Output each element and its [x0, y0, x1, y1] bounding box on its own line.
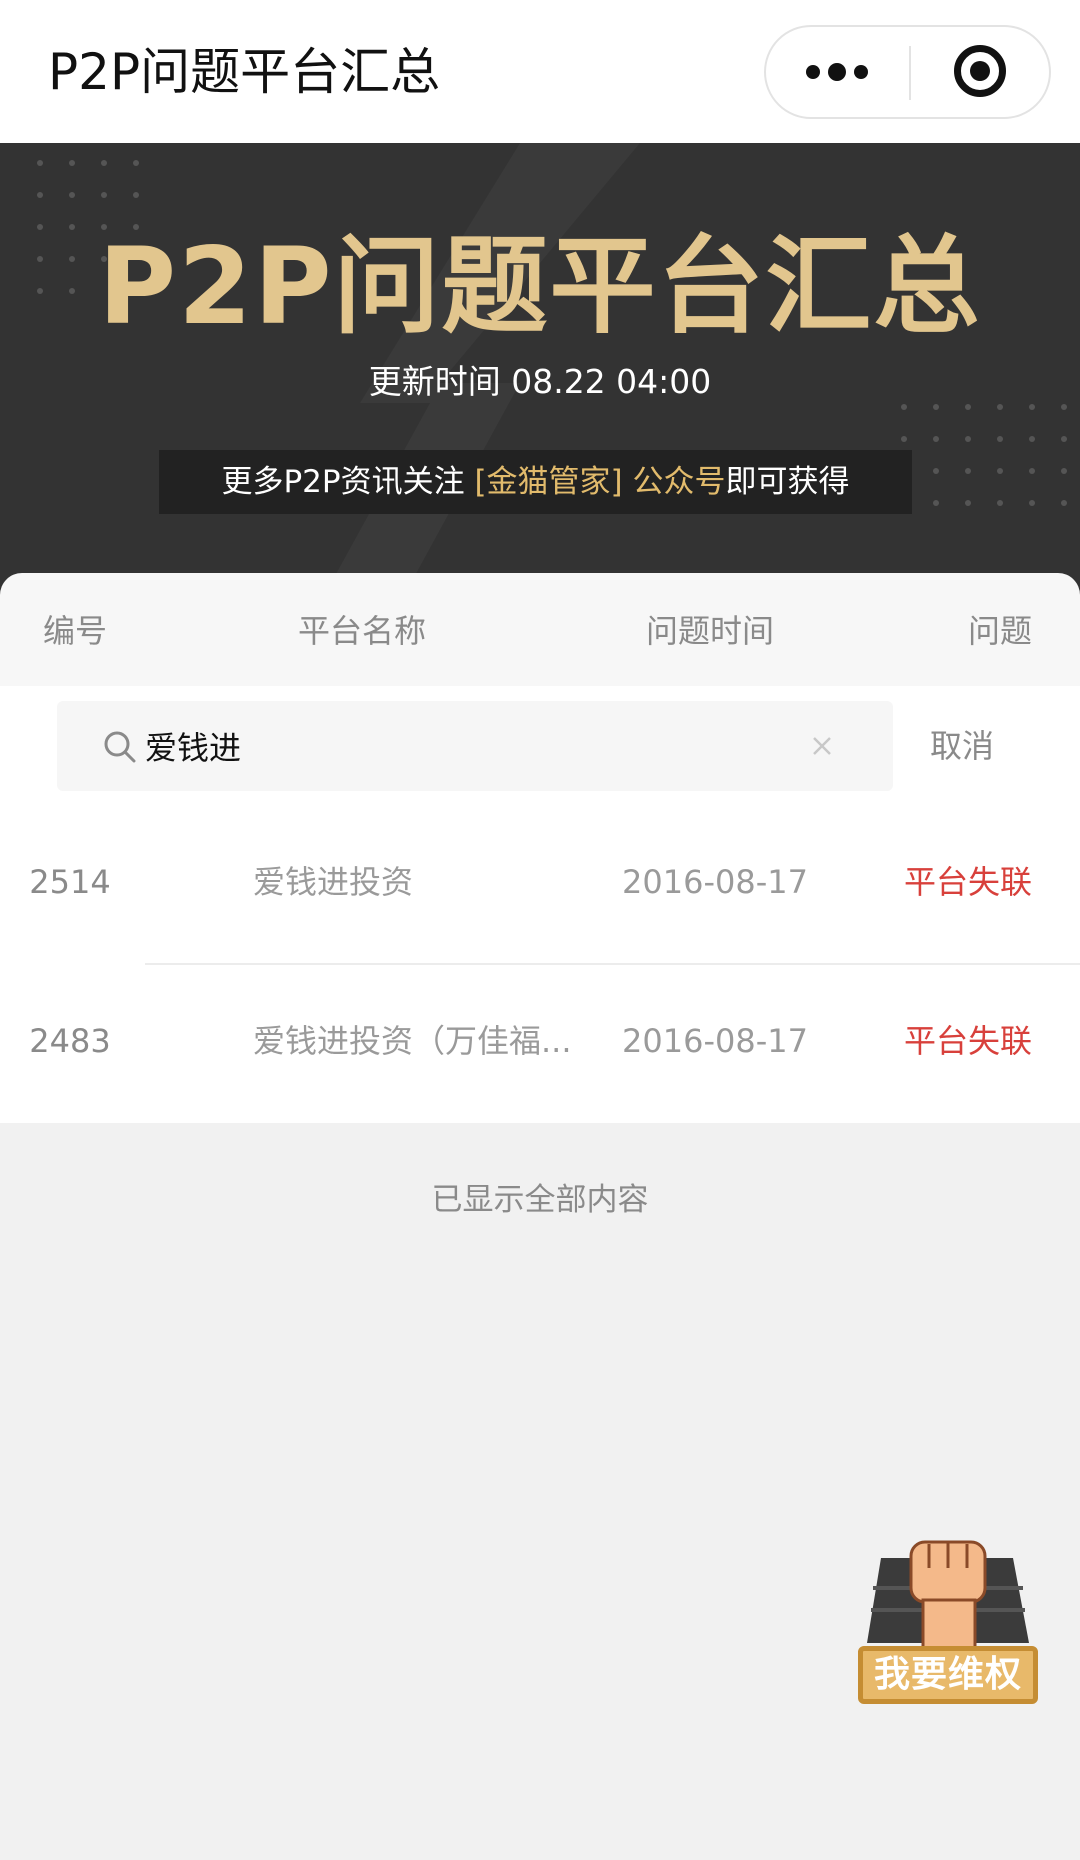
table-row[interactable]: 2514 爱钱进投资 2016-08-17 平台失联 — [0, 806, 1080, 965]
more-dot-icon — [854, 65, 868, 79]
notice-prefix: 更多P2P资讯关注 — [221, 464, 465, 500]
notice-highlight: [金猫管家] 公众号 — [464, 464, 726, 500]
banner-title: P2P问题平台汇总 — [98, 225, 982, 348]
notice-suffix: 即可获得 — [725, 464, 850, 500]
row-platform-name: 爱钱进投资（万佳福... — [253, 1022, 572, 1060]
row-issue-date: 2016-08-17 — [622, 1022, 808, 1060]
follow-notice: 更多P2P资讯关注 [金猫管家] 公众号即可获得 — [159, 450, 912, 514]
header-banner: P2P问题平台汇总 更新时间 08.22 04:00 更多P2P资讯关注 [金猫… — [0, 143, 1080, 603]
row-platform-name: 爱钱进投资 — [253, 863, 414, 901]
page-title: P2P问题平台汇总 — [48, 43, 441, 101]
clear-icon[interactable] — [807, 731, 837, 761]
search-input[interactable] — [145, 717, 765, 775]
rights-button-label: 我要维权 — [858, 1646, 1038, 1704]
search-bar: 取消 — [0, 686, 1080, 806]
row-issue-date: 2016-08-17 — [622, 863, 808, 901]
row-id: 2514 — [29, 863, 111, 901]
rights-protection-button[interactable]: 我要维权 — [853, 1518, 1043, 1711]
row-issue-status: 平台失联 — [904, 863, 1033, 901]
more-options-button[interactable] — [766, 27, 909, 117]
column-header-issue-time: 问题时间 — [646, 612, 775, 650]
search-icon — [104, 731, 136, 763]
table-row[interactable]: 2483 爱钱进投资（万佳福... 2016-08-17 平台失联 — [0, 965, 1080, 1123]
raised-fist-icon — [867, 1540, 1029, 1650]
column-header-id: 编号 — [43, 612, 108, 650]
row-issue-status: 平台失联 — [904, 1022, 1033, 1060]
close-mini-program-button[interactable] — [911, 27, 1051, 117]
column-header-platform: 平台名称 — [298, 612, 427, 650]
cancel-button[interactable]: 取消 — [930, 722, 994, 770]
mini-program-capsule — [764, 25, 1051, 119]
more-dot-icon — [828, 63, 846, 81]
navigation-bar: P2P问题平台汇总 — [0, 0, 1080, 143]
search-box[interactable] — [57, 701, 893, 791]
more-dot-icon — [806, 65, 820, 79]
column-header-issue: 问题 — [968, 612, 1033, 650]
table-header: 编号 平台名称 问题时间 问题 — [0, 573, 1080, 686]
results-list: 2514 爱钱进投资 2016-08-17 平台失联 2483 爱钱进投资（万佳… — [0, 806, 1080, 1123]
row-id: 2483 — [29, 1022, 111, 1060]
end-of-list-text: 已显示全部内容 — [431, 1182, 649, 1218]
update-time: 更新时间 08.22 04:00 — [368, 362, 712, 401]
target-center-icon — [970, 61, 990, 81]
